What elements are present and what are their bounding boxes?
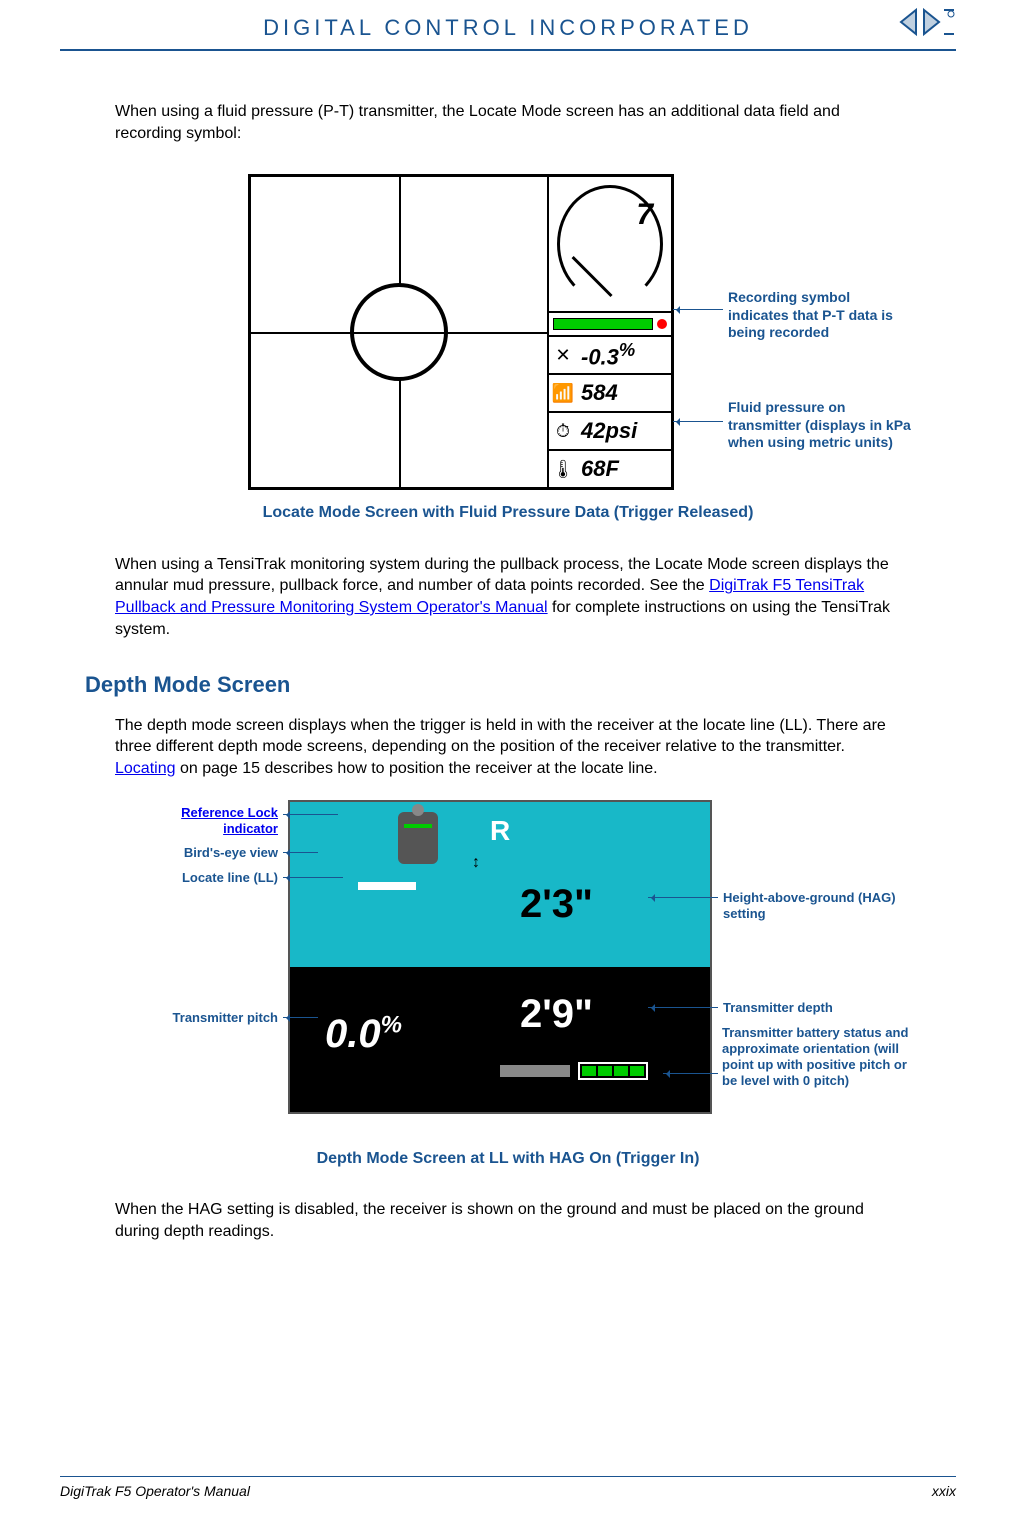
annotation-recording: Recording symbol indicates that P-T data…	[728, 289, 913, 342]
depth-mode-heading: Depth Mode Screen	[85, 670, 901, 700]
arrow-icon	[673, 421, 723, 422]
receiver-icon	[398, 812, 438, 864]
arrow-icon	[673, 309, 723, 310]
depth-pitch-value: 0.0%	[325, 1007, 402, 1061]
company-logo-icon	[896, 6, 958, 38]
tensitrak-paragraph: When using a TensiTrak monitoring system…	[115, 554, 901, 640]
annot-ll: Locate line (LL)	[123, 870, 278, 886]
figure-2-caption: Depth Mode Screen at LL with HAG On (Tri…	[115, 1148, 901, 1170]
arrow-icon	[283, 1017, 318, 1018]
pressure-icon: ⏱	[549, 419, 577, 443]
r-indicator: R	[490, 812, 510, 850]
annot-battery: Transmitter battery status and approxima…	[722, 1025, 912, 1090]
updown-arrow-icon: ↕	[472, 852, 480, 874]
gauge-value: 7	[636, 195, 653, 236]
figure-1: 7 ✕-0.3% 📶584 ⏱42psi 🌡68F Recording symb…	[198, 174, 818, 484]
pitch-unit: %	[619, 339, 635, 360]
annot-ref-lock: Reference Lock indicator	[123, 805, 278, 838]
annot-hag: Height-above-ground (HAG) setting	[723, 890, 913, 923]
figure-1-caption: Locate Mode Screen with Fluid Pressure D…	[115, 502, 901, 524]
arrow-icon	[648, 897, 718, 898]
recording-bar	[549, 313, 671, 337]
battery-icon	[578, 1062, 648, 1080]
arrow-icon	[663, 1073, 718, 1074]
pitch-icon: ✕	[549, 343, 577, 367]
gauge-display: 7	[549, 177, 671, 313]
figure-2: R ↕ 2'3" 0.0% 2'9" Reference Lock indica…	[118, 800, 898, 1130]
arrow-icon	[283, 877, 343, 878]
arrow-icon	[283, 852, 318, 853]
page-footer: DigiTrak F5 Operator's Manual xxix	[60, 1476, 956, 1499]
footer-title: DigiTrak F5 Operator's Manual	[60, 1483, 250, 1499]
signal-icon: 📶	[549, 381, 577, 405]
temp-icon: 🌡	[549, 457, 577, 481]
depth-value: 2'9"	[520, 987, 593, 1041]
header-company: DIGITAL CONTROL INCORPORATED	[60, 15, 956, 41]
transmitter-icon	[500, 1062, 650, 1080]
arrow-icon	[648, 1007, 718, 1008]
page-number: xxix	[932, 1483, 956, 1499]
locating-link[interactable]: Locating	[115, 760, 176, 777]
depth-paragraph: The depth mode screen displays when the …	[115, 715, 901, 780]
arrow-icon	[283, 814, 338, 815]
record-dot-icon	[657, 319, 667, 329]
pressure-value: 42psi	[577, 416, 671, 446]
temp-value: 68F	[577, 454, 671, 484]
pitch-value: -0.3	[581, 345, 619, 370]
signal-value: 584	[577, 378, 671, 408]
annot-birdseye: Bird's-eye view	[123, 845, 278, 861]
annot-depth: Transmitter depth	[723, 1000, 913, 1016]
annotation-pressure: Fluid pressure on transmitter (displays …	[728, 399, 913, 452]
hag-disabled-paragraph: When the HAG setting is disabled, the re…	[115, 1199, 901, 1242]
hag-value: 2'3"	[520, 877, 593, 931]
annot-pitch: Transmitter pitch	[123, 1010, 278, 1026]
intro-paragraph: When using a fluid pressure (P-T) transm…	[115, 101, 901, 144]
locate-line-icon	[358, 882, 416, 890]
ref-lock-link[interactable]: Reference Lock indicator	[181, 805, 278, 836]
